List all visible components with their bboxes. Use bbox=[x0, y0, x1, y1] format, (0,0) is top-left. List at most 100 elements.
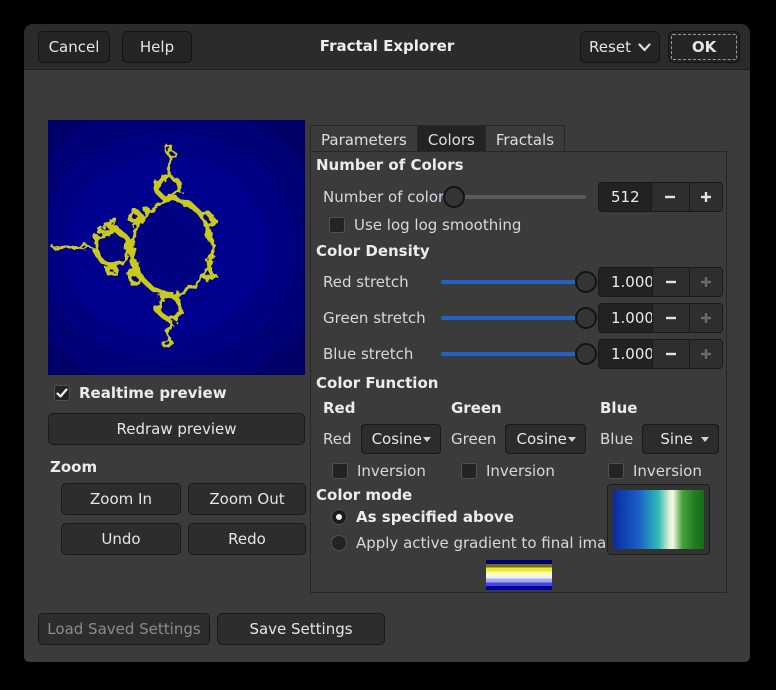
blue-stretch-label: Blue stretch bbox=[311, 345, 441, 363]
log-smoothing-checkbox[interactable] bbox=[329, 217, 345, 233]
red-function-label: Red bbox=[323, 430, 352, 448]
blue-function-value: Sine bbox=[652, 430, 701, 448]
green-inversion-checkbox[interactable] bbox=[461, 463, 477, 479]
decrement-button[interactable] bbox=[652, 340, 689, 368]
minus-icon bbox=[665, 348, 677, 360]
channel-combos-row: Red Cosine Green Cosine Blue bbox=[311, 422, 725, 456]
ok-button[interactable]: OK bbox=[668, 31, 740, 63]
red-function-value: Cosine bbox=[371, 430, 424, 448]
save-settings-button[interactable]: Save Settings bbox=[217, 613, 385, 645]
load-saved-settings-button: Load Saved Settings bbox=[38, 613, 210, 645]
apply-gradient-radio[interactable] bbox=[331, 535, 347, 551]
red-function-dropdown[interactable]: Cosine bbox=[361, 424, 442, 454]
settings-notebook: Parameters Colors Fractals Number of Col… bbox=[310, 125, 727, 593]
blue-stretch-slider[interactable] bbox=[441, 343, 586, 365]
red-inversion-checkbox[interactable] bbox=[332, 463, 348, 479]
green-stretch-row: Green stretch 1.000 bbox=[311, 300, 723, 336]
realtime-preview-row: Realtime preview bbox=[54, 384, 227, 402]
plus-icon bbox=[700, 348, 712, 360]
number-of-colors-row: Number of colors 512 bbox=[311, 180, 723, 214]
colors-tab-panel: Number of Colors Number of colors 512 bbox=[310, 152, 727, 593]
blue-inversion-label: Inversion bbox=[633, 462, 702, 480]
plus-icon bbox=[700, 312, 712, 324]
decrement-button[interactable] bbox=[651, 183, 688, 211]
tab-fractals[interactable]: Fractals bbox=[486, 125, 565, 151]
blue-inversion-checkbox[interactable] bbox=[608, 463, 624, 479]
red-stretch-slider[interactable] bbox=[441, 271, 586, 293]
dropdown-caret-icon bbox=[701, 437, 709, 442]
red-inversion-label: Inversion bbox=[357, 462, 426, 480]
color-density-heading: Color Density bbox=[316, 242, 430, 260]
undo-button[interactable]: Undo bbox=[61, 523, 181, 555]
slider-knob[interactable] bbox=[575, 343, 597, 365]
tab-colors[interactable]: Colors bbox=[418, 125, 486, 151]
slider-knob[interactable] bbox=[443, 186, 465, 208]
increment-button[interactable] bbox=[689, 183, 722, 211]
colormap-preview bbox=[486, 560, 552, 590]
redraw-preview-button[interactable]: Redraw preview bbox=[48, 413, 305, 445]
zoom-in-button[interactable]: Zoom In bbox=[61, 483, 181, 515]
slider-fill bbox=[441, 352, 586, 356]
zoom-out-button[interactable]: Zoom Out bbox=[188, 483, 306, 515]
minus-icon bbox=[665, 276, 677, 288]
number-of-colors-spin: 512 bbox=[598, 182, 723, 212]
increment-button-disabled bbox=[689, 304, 722, 332]
slider-fill bbox=[441, 280, 586, 284]
log-smoothing-label: Use log log smoothing bbox=[354, 216, 521, 234]
blue-function-dropdown[interactable]: Sine bbox=[642, 424, 719, 454]
blue-stretch-row: Blue stretch 1.000 bbox=[311, 336, 723, 372]
tab-strip-filler bbox=[565, 125, 727, 151]
plus-icon bbox=[700, 276, 712, 288]
green-inversion-label: Inversion bbox=[486, 462, 555, 480]
chevron-down-icon bbox=[638, 43, 651, 52]
dropdown-caret-icon bbox=[568, 437, 576, 442]
as-specified-label: As specified above bbox=[356, 508, 514, 526]
realtime-preview-label: Realtime preview bbox=[79, 384, 227, 402]
number-of-colors-label: Number of colors bbox=[311, 188, 441, 206]
realtime-preview-checkbox[interactable] bbox=[54, 385, 70, 401]
fractal-preview[interactable] bbox=[48, 120, 305, 375]
slider-knob[interactable] bbox=[575, 271, 597, 293]
checkmark-icon bbox=[56, 387, 68, 399]
green-function-dropdown[interactable]: Cosine bbox=[505, 424, 586, 454]
green-stretch-value[interactable]: 1.000 bbox=[599, 304, 652, 332]
tab-parameters[interactable]: Parameters bbox=[310, 125, 418, 151]
blue-channel-heading: Blue bbox=[592, 399, 725, 417]
reset-button-label: Reset bbox=[589, 38, 631, 56]
plus-icon bbox=[700, 191, 712, 203]
reset-button[interactable]: Reset bbox=[580, 31, 660, 63]
increment-button-disabled bbox=[689, 268, 722, 296]
slider-knob[interactable] bbox=[575, 307, 597, 329]
minus-icon bbox=[664, 191, 676, 203]
color-mode-option2-row: Apply active gradient to final image bbox=[331, 534, 625, 552]
zoom-section-heading: Zoom bbox=[50, 458, 97, 476]
green-function-label: Green bbox=[451, 430, 496, 448]
green-stretch-slider[interactable] bbox=[441, 307, 586, 329]
blue-stretch-spin: 1.000 bbox=[598, 339, 723, 369]
fractal-explorer-dialog: Cancel Help Fractal Explorer Reset OK bbox=[24, 24, 750, 662]
as-specified-radio[interactable] bbox=[331, 509, 347, 525]
green-stretch-label: Green stretch bbox=[311, 309, 441, 327]
dropdown-caret-icon bbox=[423, 437, 431, 442]
red-stretch-spin: 1.000 bbox=[598, 267, 723, 297]
channel-headings-row: Red Green Blue bbox=[311, 398, 725, 418]
gradient-preview-frame[interactable] bbox=[607, 484, 710, 555]
redo-button[interactable]: Redo bbox=[188, 523, 306, 555]
log-smoothing-row: Use log log smoothing bbox=[329, 216, 521, 234]
decrement-button[interactable] bbox=[652, 268, 689, 296]
green-function-value: Cosine bbox=[515, 430, 568, 448]
blue-stretch-value[interactable]: 1.000 bbox=[599, 340, 652, 368]
green-channel-heading: Green bbox=[447, 399, 592, 417]
blue-function-label: Blue bbox=[600, 430, 633, 448]
number-of-colors-slider[interactable] bbox=[441, 186, 586, 208]
tab-strip: Parameters Colors Fractals bbox=[310, 125, 727, 152]
apply-gradient-label: Apply active gradient to final image bbox=[356, 534, 625, 552]
inversion-row: Inversion Inversion Inversion bbox=[311, 460, 725, 482]
red-channel-heading: Red bbox=[311, 399, 447, 417]
slider-fill bbox=[441, 316, 586, 320]
color-mode-heading: Color mode bbox=[316, 486, 412, 504]
number-of-colors-value[interactable]: 512 bbox=[599, 183, 651, 211]
green-stretch-spin: 1.000 bbox=[598, 303, 723, 333]
red-stretch-value[interactable]: 1.000 bbox=[599, 268, 652, 296]
decrement-button[interactable] bbox=[652, 304, 689, 332]
